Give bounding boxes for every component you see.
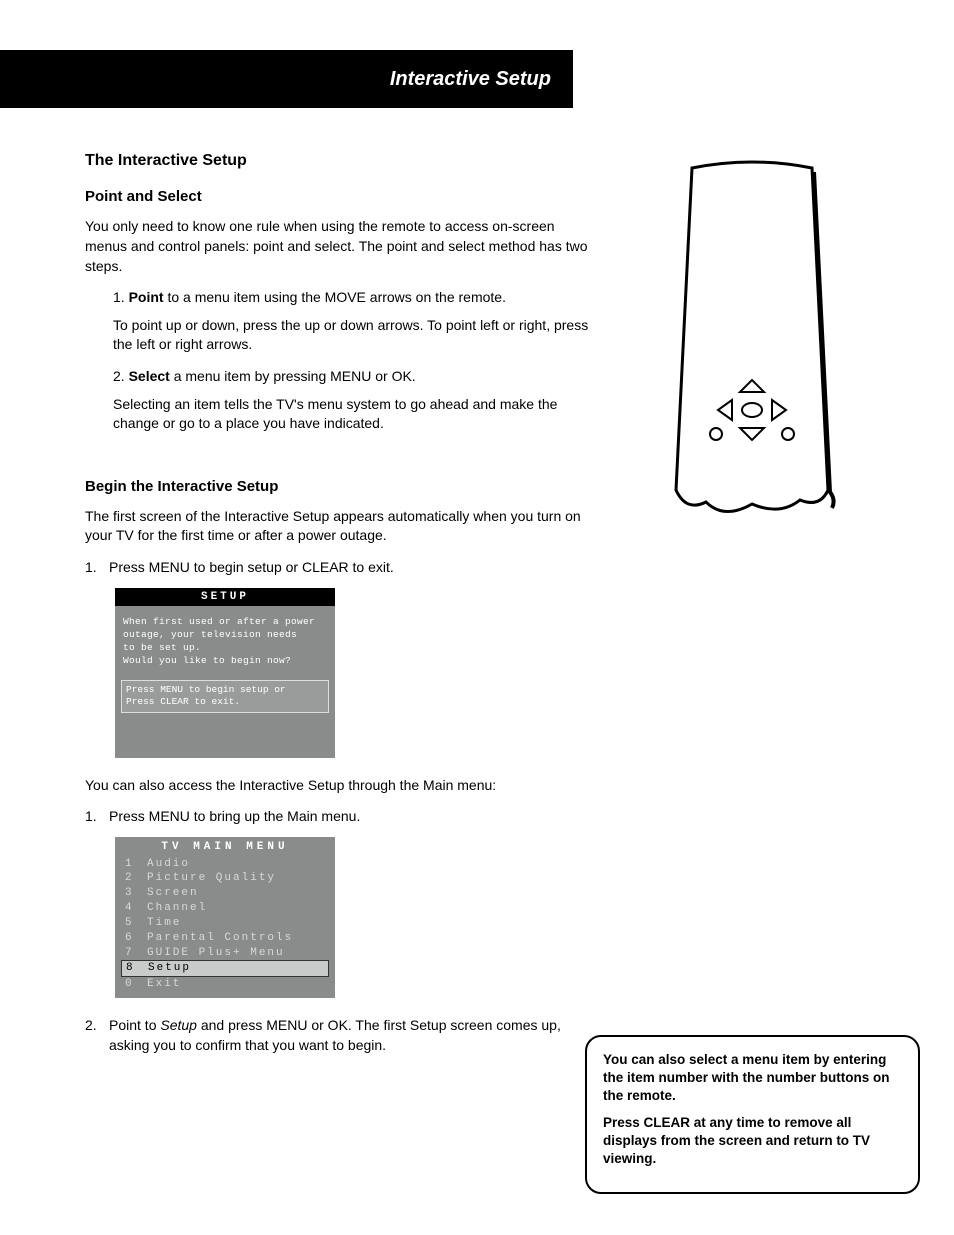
step-1-bold: Point bbox=[129, 289, 164, 305]
setup-prompt-l2: Press CLEAR to exit. bbox=[126, 696, 324, 709]
setup-screen-prompt: Press MENU to begin setup or Press CLEAR… bbox=[121, 680, 329, 714]
mainmenu-step-1-text: Press MENU to bring up the Main menu. bbox=[109, 807, 360, 827]
mainmenu-step-2: 2. Point to Setup and press MENU or OK. … bbox=[85, 1016, 595, 1055]
step-1-detail: To point up or down, press the up or dow… bbox=[113, 316, 595, 355]
step-2-bold: Select bbox=[129, 368, 170, 384]
menu-row-parental: 6Parental Controls bbox=[115, 931, 335, 946]
setup-screen-body: When first used or after a power outage,… bbox=[115, 606, 335, 673]
intro-paragraph: You only need to know one rule when usin… bbox=[85, 217, 595, 276]
setup-prompt-l1: Press MENU to begin setup or bbox=[126, 684, 324, 697]
heading-begin-setup: Begin the Interactive Setup bbox=[85, 476, 595, 497]
menu-row-channel: 4Channel bbox=[115, 901, 335, 916]
setup-body-l4: Would you like to begin now? bbox=[123, 655, 327, 668]
begin-intro: The first screen of the Interactive Setu… bbox=[85, 507, 595, 546]
header-title: Interactive Setup bbox=[390, 68, 551, 91]
menu-row-setup-highlighted: 8Setup bbox=[121, 960, 329, 977]
setup-body-l3: to be set up. bbox=[123, 642, 327, 655]
menu-row-time: 5Time bbox=[115, 916, 335, 931]
mainmenu-step-2-text: Point to Setup and press MENU or OK. The… bbox=[109, 1016, 595, 1055]
step-2: 2. Select a menu item by pressing MENU o… bbox=[113, 367, 595, 387]
begin-step-1-text: Press MENU to begin setup or CLEAR to ex… bbox=[109, 558, 394, 578]
section-title: The Interactive Setup bbox=[85, 150, 595, 172]
begin-step-1-num: 1. bbox=[85, 558, 109, 578]
step-1-rest: to a menu item using the MOVE arrows on … bbox=[164, 289, 506, 305]
step-2-rest: a menu item by pressing MENU or OK. bbox=[170, 368, 416, 384]
left-aux-button-icon bbox=[710, 428, 722, 440]
mainmenu-step-2-num: 2. bbox=[85, 1016, 109, 1055]
main-content: The Interactive Setup Point and Select Y… bbox=[85, 150, 595, 1065]
main-menu-mockup: TV MAIN MENU 1Audio 2Picture Quality 3Sc… bbox=[115, 837, 335, 998]
access-main-menu-intro: You can also access the Interactive Setu… bbox=[85, 776, 595, 796]
page-header-bar: Interactive Setup bbox=[0, 50, 573, 108]
tip-paragraph-1: You can also select a menu item by enter… bbox=[603, 1051, 902, 1106]
setup-body-l1: When first used or after a power bbox=[123, 616, 327, 629]
heading-point-select: Point and Select bbox=[85, 186, 595, 207]
step-1-num: 1. bbox=[113, 289, 125, 305]
mainmenu-step-1-num: 1. bbox=[85, 807, 109, 827]
menu-row-picture: 2Picture Quality bbox=[115, 871, 335, 886]
ok-button-icon bbox=[742, 403, 762, 417]
menu-row-guide: 7GUIDE Plus+ Menu bbox=[115, 946, 335, 961]
setup-screen-mockup: SETUP When first used or after a power o… bbox=[115, 588, 335, 758]
tip-paragraph-2: Press CLEAR at any time to remove all di… bbox=[603, 1114, 902, 1169]
menu-row-exit: 0Exit bbox=[115, 977, 335, 992]
tip-callout-box: You can also select a menu item by enter… bbox=[585, 1035, 920, 1194]
remote-illustration bbox=[660, 160, 845, 525]
main-menu-title: TV MAIN MENU bbox=[115, 837, 335, 857]
step-2-num: 2. bbox=[113, 368, 125, 384]
right-aux-button-icon bbox=[782, 428, 794, 440]
setup-screen-title: SETUP bbox=[115, 588, 335, 607]
step-2-detail: Selecting an item tells the TV's menu sy… bbox=[113, 395, 595, 434]
setup-body-l2: outage, your television needs bbox=[123, 629, 327, 642]
step-1: 1. Point to a menu item using the MOVE a… bbox=[113, 288, 595, 308]
menu-row-screen: 3Screen bbox=[115, 886, 335, 901]
mainmenu-step-1: 1. Press MENU to bring up the Main menu. bbox=[85, 807, 595, 827]
menu-row-audio: 1Audio bbox=[115, 857, 335, 872]
setup-italic: Setup bbox=[160, 1017, 197, 1033]
begin-step-1: 1. Press MENU to begin setup or CLEAR to… bbox=[85, 558, 595, 578]
